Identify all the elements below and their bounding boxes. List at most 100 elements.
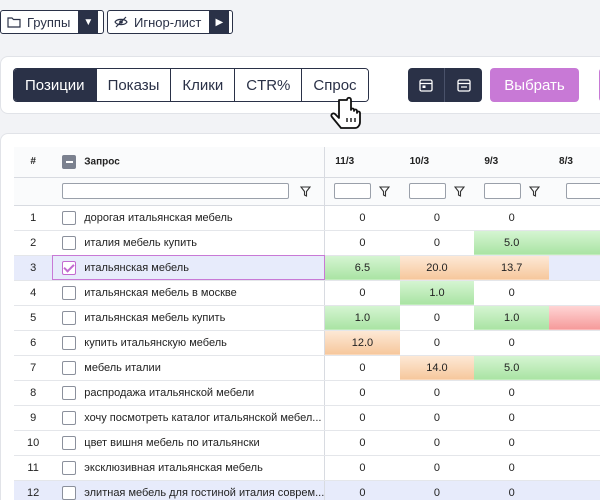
table-row[interactable]: 7 мебель италии 0 14.0 5.0	[14, 355, 600, 381]
date-filter-cell	[474, 177, 550, 206]
query-cell: итальянская мебель	[52, 255, 326, 281]
filter-icon[interactable]	[300, 185, 312, 197]
position-cell: 0	[474, 330, 550, 356]
position-cell: 0	[324, 405, 400, 431]
table-row[interactable]: 2 италия мебель купить 0 0 5.0	[14, 230, 600, 256]
position-cell: 0	[399, 455, 475, 481]
position-cell: 12.0	[324, 330, 400, 356]
position-cell: 1.0	[399, 280, 475, 306]
table-row[interactable]: 1 дорогая итальянская мебель 0 0 0	[14, 205, 600, 231]
position-cell: 0	[324, 455, 400, 481]
groups-dropdown[interactable]: Группы ▼	[0, 10, 104, 34]
position-cell	[549, 405, 600, 431]
query-text: италия мебель купить	[84, 236, 198, 249]
position-cell	[549, 355, 600, 381]
row-checkbox[interactable]	[62, 385, 77, 400]
position-cell: 0	[474, 405, 550, 431]
filter-icon[interactable]	[379, 185, 391, 197]
position-cell	[549, 305, 600, 331]
row-checkbox[interactable]	[62, 485, 77, 500]
chevron-down-icon[interactable]: ▼	[78, 11, 99, 33]
pick-button[interactable]: Выбрать	[490, 68, 579, 102]
eye-off-icon	[114, 16, 128, 28]
tab-impressions[interactable]: Показы	[95, 69, 171, 101]
query-text: элитная мебель для гостиной италия совре…	[84, 486, 325, 499]
date-filter-input[interactable]	[334, 183, 372, 199]
position-cell: 0	[399, 405, 475, 431]
position-cell: 0	[399, 205, 475, 231]
query-text: мебель италии	[84, 361, 161, 374]
date-filter-input[interactable]	[565, 183, 600, 199]
table-row[interactable]: 3 итальянская мебель 6.5 20.0 13.7	[14, 255, 600, 281]
row-checkbox[interactable]	[62, 260, 77, 275]
position-cell: 0	[399, 380, 475, 406]
chevron-right-icon[interactable]: ▶	[209, 11, 230, 33]
table-row[interactable]: 6 купить итальянскую мебель 12.0 0 0	[14, 330, 600, 356]
query-cell: хочу посмотреть каталог итальянской мебе…	[52, 405, 326, 431]
position-cell	[549, 330, 600, 356]
row-checkbox[interactable]	[62, 335, 77, 350]
table-row[interactable]: 5 итальянская мебель купить 1.0 0 1.0	[14, 305, 600, 331]
position-cell: 13.7	[474, 255, 550, 281]
query-cell: распродажа итальянской мебели	[52, 380, 326, 406]
tab-ctr[interactable]: CTR%	[234, 69, 302, 101]
position-cell: 1.0	[474, 305, 550, 331]
row-checkbox[interactable]	[62, 285, 77, 300]
query-text: купить итальянскую мебель	[84, 336, 227, 349]
position-cell	[549, 480, 600, 500]
metric-tabs: Позиции Показы Клики CTR% Спрос	[13, 68, 369, 102]
position-cell: 0	[474, 280, 550, 306]
table-row[interactable]: 8 распродажа итальянской мебели 0 0 0	[14, 380, 600, 406]
date-filter-input[interactable]	[483, 183, 521, 199]
position-cell: 0	[399, 305, 475, 331]
groups-label-wrap: Группы	[1, 11, 78, 33]
query-text: итальянская мебель	[84, 261, 189, 274]
table-row[interactable]: 12 элитная мебель для гостиной италия сов…	[14, 480, 600, 500]
filter-icon[interactable]	[528, 185, 540, 197]
position-cell: 0	[324, 380, 400, 406]
ignore-label-wrap: Игнор-лист	[108, 11, 209, 33]
calendar-icon[interactable]	[408, 68, 445, 102]
folder-icon	[7, 16, 21, 28]
table-row[interactable]: 9 хочу посмотреть каталог итальянской меб…	[14, 405, 600, 431]
queries-table-card: # Запрос 11/3 10/3 9/3 8/3 1 дорогая ита…	[0, 133, 600, 500]
table-row[interactable]: 10 цвет вишня мебель по итальянски 0 0 0	[14, 430, 600, 456]
row-number: 1	[14, 205, 53, 231]
row-checkbox[interactable]	[62, 460, 77, 475]
query-cell: цвет вишня мебель по итальянски	[52, 430, 326, 456]
query-text: дорогая итальянская мебель	[84, 211, 233, 224]
table-row[interactable]: 4 итальянская мебель в москве 0 1.0 0	[14, 280, 600, 306]
query-filter-cell	[52, 177, 326, 206]
query-cell: купить итальянскую мебель	[52, 330, 326, 356]
row-checkbox[interactable]	[62, 210, 77, 225]
position-cell	[549, 255, 600, 281]
date-filter-input[interactable]	[408, 183, 446, 199]
groups-label: Группы	[27, 14, 71, 30]
query-header-label: Запрос	[84, 156, 120, 168]
col-date-header[interactable]: 11/3	[324, 147, 400, 178]
tab-clicks[interactable]: Клики	[170, 69, 235, 101]
query-filter-input[interactable]	[62, 183, 290, 199]
row-checkbox[interactable]	[62, 435, 77, 450]
row-checkbox[interactable]	[62, 310, 77, 325]
date-filter-cell	[549, 177, 600, 206]
row-checkbox[interactable]	[62, 360, 77, 375]
position-cell: 0	[474, 380, 550, 406]
col-date-header[interactable]: 8/3	[549, 147, 600, 178]
filter-icon[interactable]	[453, 185, 465, 197]
calendar-range-icon[interactable]	[445, 68, 482, 102]
ignore-list-dropdown[interactable]: Игнор-лист ▶	[107, 10, 233, 34]
col-date-header[interactable]: 9/3	[474, 147, 550, 178]
col-date-header[interactable]: 10/3	[399, 147, 475, 178]
row-checkbox[interactable]	[62, 410, 77, 425]
position-cell: 5.0	[474, 230, 550, 256]
position-cell	[549, 230, 600, 256]
position-cell: 0	[474, 430, 550, 456]
date-buttons	[408, 68, 482, 102]
select-all-checkbox[interactable]	[62, 154, 77, 169]
row-checkbox[interactable]	[62, 235, 77, 250]
row-number: 4	[14, 280, 53, 306]
tab-positions[interactable]: Позиции	[14, 69, 96, 101]
table-row[interactable]: 11 эксклюзивная итальянская мебель 0 0 0	[14, 455, 600, 481]
row-number: 7	[14, 355, 53, 381]
